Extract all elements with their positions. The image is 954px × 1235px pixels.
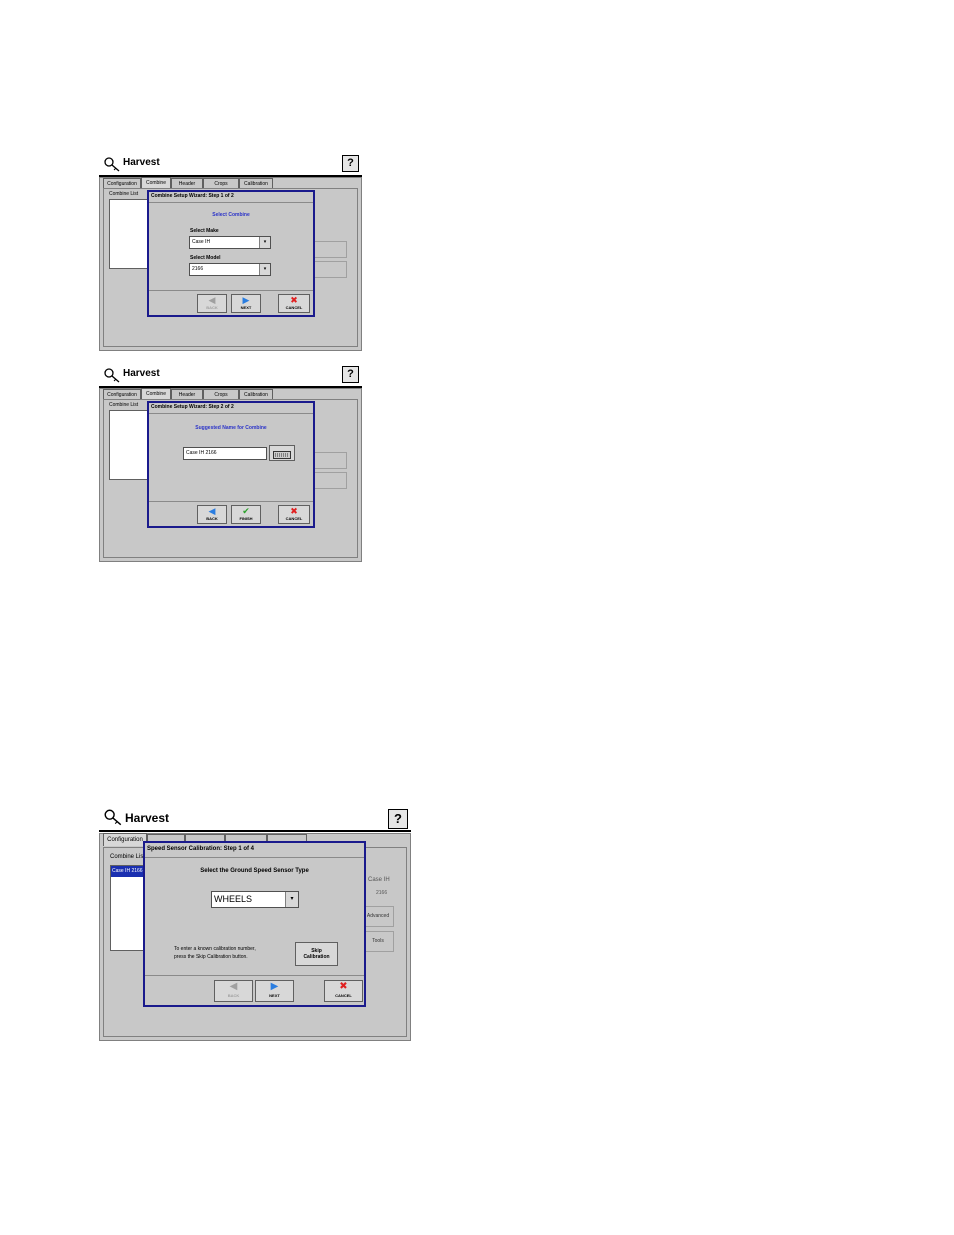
select-make-label: Select Make [190,228,219,234]
combine-wizard-step2-dialog: Combine Setup Wizard: Step 2 of 2 Sugges… [147,401,315,528]
finish-button[interactable]: ✔ FINISH [231,505,261,524]
next-arrow-icon: ▶ [270,981,279,992]
make-value: Case IH [192,239,211,245]
dialog-title: Combine Setup Wizard: Step 1 of 2 [151,193,234,199]
app-title: Harvest [123,368,160,379]
cancel-x-icon: ✖ [290,506,298,516]
tab-configuration[interactable]: Configuration [103,833,147,846]
divider [149,413,313,414]
next-button[interactable]: ▶ NEXT [231,294,261,313]
chevron-down-icon[interactable]: ▾ [259,237,270,248]
dialog-heading: Select the Ground Speed Sensor Type [200,868,309,874]
make-dropdown[interactable]: Case IH ▾ [189,236,271,249]
back-arrow-icon: ◀ [208,506,216,516]
skip-calibration-button[interactable]: Skip Calibration [295,942,338,966]
tab-combine[interactable]: Combine [141,388,171,399]
tab-crops[interactable]: Crops [203,389,239,399]
divider [149,501,313,502]
dialog-title: Combine Setup Wizard: Step 2 of 2 [151,404,234,410]
tab-crops[interactable]: Crops [203,178,239,188]
cancel-button[interactable]: ✖ CANCEL [278,505,310,524]
combine-list-label: Combine List [110,854,146,860]
help-button[interactable]: ? [342,366,359,383]
harvest-screen-speed-calibration: Harvest ? Configuration Combine List Cas… [99,807,411,1041]
help-button[interactable]: ? [342,155,359,172]
advanced-button: Advanced [362,906,394,927]
tab-header[interactable]: Header [171,178,203,188]
back-button[interactable]: ◀ BACK [197,294,227,313]
chevron-down-icon[interactable]: ▾ [285,892,298,907]
sensor-type-value: WHEELS [214,894,253,904]
harvest-key-icon [104,809,122,826]
tab-calibration[interactable]: Calibration [239,178,273,188]
tools-button: Tools [362,931,394,952]
back-arrow-icon: ◀ [229,981,238,992]
title-bar: Harvest ? [99,155,362,177]
back-button[interactable]: ◀ BACK [214,980,253,1002]
checkmark-icon: ✔ [242,506,250,516]
combine-list-label: Combine List [109,191,139,197]
cancel-button[interactable]: ✖ CANCEL [324,980,363,1002]
divider [149,290,313,291]
divider [145,975,364,976]
tab-configuration[interactable]: Configuration [103,178,141,188]
next-button[interactable]: ▶ NEXT [255,980,294,1002]
sensor-type-dropdown[interactable]: WHEELS ▾ [211,891,299,908]
harvest-key-icon [104,368,120,383]
help-button[interactable]: ? [388,809,408,829]
model-value: 2166 [192,266,204,272]
title-bar: Harvest ? [99,366,362,388]
back-arrow-icon: ◀ [208,295,216,305]
tab-header[interactable]: Header [171,389,203,399]
tab-configuration[interactable]: Configuration [103,389,141,399]
divider [149,202,313,203]
dialog-title: Speed Sensor Calibration: Step 1 of 4 [147,846,255,852]
keyboard-button[interactable] [269,445,295,461]
combine-wizard-step1-dialog: Combine Setup Wizard: Step 1 of 2 Select… [147,190,315,317]
model-dropdown[interactable]: 2166 ▾ [189,263,271,276]
combine-name-input[interactable]: Case IH 2166 [183,447,267,460]
app-title: Harvest [125,811,170,825]
combine-list[interactable] [109,199,151,269]
combine-name-value: Case IH 2166 [186,450,217,456]
combine-list[interactable] [109,410,151,480]
cancel-x-icon: ✖ [339,981,348,992]
make-text: Case IH [368,877,390,883]
model-text: 2166 [376,890,388,896]
tab-combine[interactable]: Combine [141,177,171,188]
app-title: Harvest [123,157,160,168]
keyboard-icon [273,451,291,459]
harvest-key-icon [104,157,120,172]
harvest-screen-step1: Harvest ? Configuration Combine Header C… [99,155,362,351]
chevron-down-icon[interactable]: ▾ [259,264,270,275]
combine-list-label: Combine List [109,402,139,408]
divider [145,857,364,858]
hint-line-1: To enter a known calibration number, [174,946,256,952]
title-bar: Harvest ? [99,807,411,832]
select-model-label: Select Model [190,255,221,261]
harvest-screen-step2: Harvest ? Configuration Combine Header C… [99,366,362,562]
tab-calibration[interactable]: Calibration [239,389,273,399]
back-button[interactable]: ◀ BACK [197,505,227,524]
cancel-button[interactable]: ✖ CANCEL [278,294,310,313]
dialog-heading: Suggested Name for Combine [195,425,267,431]
cancel-x-icon: ✖ [290,295,298,305]
hint-line-2: press the Skip Calibration button. [174,954,248,960]
dialog-heading: Select Combine [212,212,250,218]
speed-sensor-calibration-dialog: Speed Sensor Calibration: Step 1 of 4 Se… [143,841,366,1007]
next-arrow-icon: ▶ [242,295,250,305]
